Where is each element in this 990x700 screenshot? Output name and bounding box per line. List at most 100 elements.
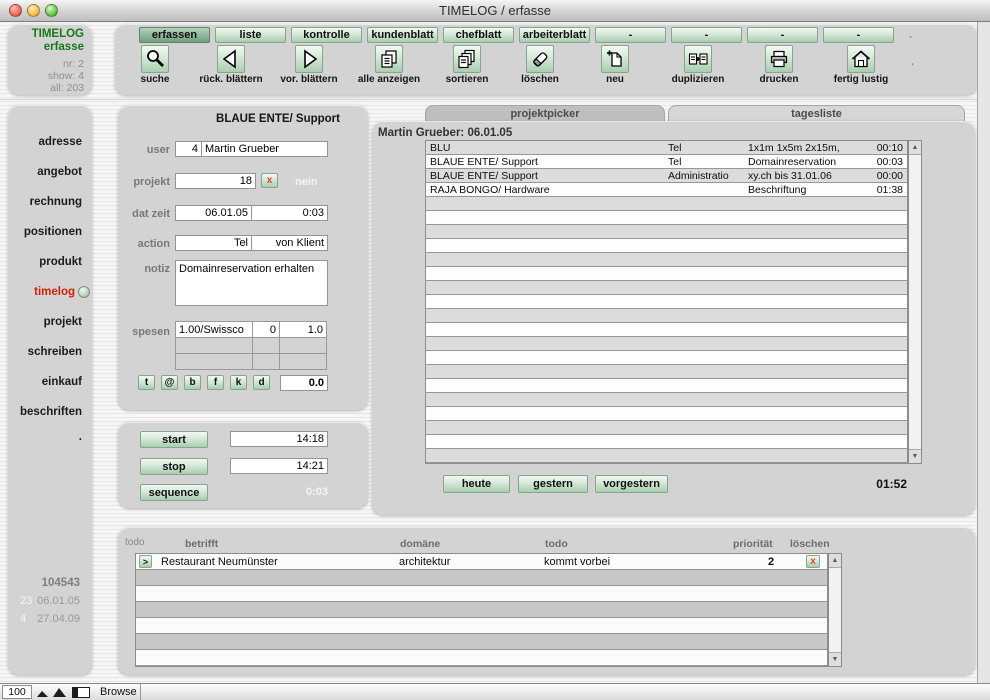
projekt-number-field[interactable]: 18	[175, 173, 256, 189]
sidebar-item-einkauf[interactable]: einkauf	[8, 367, 92, 397]
action-type-field[interactable]: Tel	[175, 235, 252, 251]
sidebar-item-angebot[interactable]: angebot	[8, 157, 92, 187]
tab-erfassen[interactable]: erfassen	[139, 27, 210, 43]
quick-button-d[interactable]: d	[253, 375, 270, 390]
projekt-clear-button[interactable]: x	[261, 173, 278, 188]
next-record-button[interactable]	[295, 45, 323, 73]
stop-time-field[interactable]: 14:21	[230, 458, 328, 474]
sidebar-item-projekt[interactable]: projekt	[8, 307, 92, 337]
house-icon	[850, 48, 872, 70]
datum-field[interactable]: 06.01.05	[175, 205, 252, 221]
spesen-field[interactable]	[253, 354, 280, 370]
quick-button-t[interactable]: t	[138, 375, 155, 390]
tab-empty-2[interactable]: -	[671, 27, 742, 43]
duplicate-button[interactable]	[684, 45, 712, 73]
quick-button-k[interactable]: k	[230, 375, 247, 390]
delete-button[interactable]	[526, 45, 554, 73]
scroll-track[interactable]	[829, 568, 841, 652]
window-scrollbar[interactable]	[977, 22, 990, 683]
status-area-toggle-icon[interactable]	[72, 687, 90, 700]
action-source-field[interactable]: von Klient	[251, 235, 328, 251]
start-button[interactable]: start	[140, 431, 208, 448]
zeit-field[interactable]: 0:03	[251, 205, 328, 221]
window-titlebar[interactable]: TIMELOG / erfasse	[0, 0, 990, 22]
scroll-up-icon[interactable]: ▲	[909, 141, 921, 155]
sidebar-item-beschriften[interactable]: beschriften	[8, 397, 92, 427]
todo-goto-button[interactable]: >	[139, 555, 152, 568]
gestern-button[interactable]: gestern	[518, 475, 588, 493]
row-project: BLAUE ENTE/ Support	[426, 170, 668, 182]
todo-scrollbar[interactable]: ▲ ▼	[828, 553, 842, 667]
scroll-track[interactable]	[909, 155, 921, 449]
todo-domaene: architektur	[399, 556, 450, 568]
sidebar-item-timelog[interactable]: timelog	[8, 277, 92, 307]
spesen-field[interactable]: 0	[253, 322, 280, 338]
quick-button-at[interactable]: @	[161, 375, 178, 390]
tab-empty-3[interactable]: -	[747, 27, 818, 43]
tab-liste[interactable]: liste	[215, 27, 286, 43]
sidebar-item-label: .	[79, 431, 82, 443]
zoom-out-icon[interactable]	[36, 686, 49, 700]
scroll-down-icon[interactable]: ▼	[909, 449, 921, 463]
todo-row[interactable]: > Restaurant Neumünster architektur komm…	[136, 554, 827, 570]
new-record-button[interactable]	[601, 45, 629, 73]
sidebar-footer-row: 23 06.01.05	[8, 595, 92, 613]
notiz-field[interactable]: Domainreservation erhalten	[175, 260, 328, 306]
mode-selector[interactable]: Browse	[100, 686, 137, 698]
tab-chefblatt[interactable]: chefblatt	[443, 27, 514, 43]
scroll-up-icon[interactable]: ▲	[829, 554, 841, 568]
print-label: drucken	[743, 74, 815, 85]
tab-tagesliste[interactable]: tagesliste	[668, 105, 965, 122]
tab-empty-1[interactable]: -	[595, 27, 666, 43]
sort-button[interactable]	[453, 45, 481, 73]
scroll-down-icon[interactable]: ▼	[829, 652, 841, 666]
spesen-field[interactable]	[176, 338, 253, 354]
zoom-level-box[interactable]: 100	[2, 685, 32, 699]
sidebar-item-rechnung[interactable]: rechnung	[8, 187, 92, 217]
prev-record-button[interactable]	[217, 45, 245, 73]
sequence-button[interactable]: sequence	[140, 484, 208, 501]
tab-kontrolle[interactable]: kontrolle	[291, 27, 362, 43]
tagesliste-row[interactable]: BLAUE ENTE/ Support Administratio xy.ch …	[426, 169, 907, 183]
tagesliste-row[interactable]: BLU Tel 1x1m 1x5m 2x15m, 00:10	[426, 141, 907, 155]
home-button[interactable]	[847, 45, 875, 73]
sidebar-item-produkt[interactable]: produkt	[8, 247, 92, 277]
tab-arbeiterblatt[interactable]: arbeiterblatt	[519, 27, 590, 43]
user-name-field[interactable]: Martin Grueber	[201, 141, 328, 157]
todo-betrifft: Restaurant Neumünster	[161, 556, 278, 568]
sidebar-item-dot[interactable]: .	[8, 427, 92, 447]
row-time: 00:10	[858, 142, 907, 154]
spesen-field[interactable]: 1.00/Swissco	[176, 322, 253, 338]
start-time-field[interactable]: 14:18	[230, 431, 328, 447]
todo-delete-button[interactable]: x	[806, 555, 820, 568]
tagesliste-row[interactable]: BLAUE ENTE/ Support Tel Domainreservatio…	[426, 155, 907, 169]
sidebar-item-positionen[interactable]: positionen	[8, 217, 92, 247]
tagesliste-scrollbar[interactable]: ▲ ▼	[908, 140, 922, 464]
sidebar-item-schreiben[interactable]: schreiben	[8, 337, 92, 367]
spesen-field[interactable]	[280, 338, 327, 354]
spesen-total-field[interactable]: 0.0	[280, 375, 328, 391]
stop-button[interactable]: stop	[140, 458, 208, 475]
spesen-field[interactable]	[253, 338, 280, 354]
search-button[interactable]	[141, 45, 169, 73]
spesen-field[interactable]	[280, 354, 327, 370]
home-label: fertig lustig	[815, 74, 907, 85]
sidebar-item-adresse[interactable]: adresse	[8, 127, 92, 157]
vorgestern-button[interactable]: vorgestern	[595, 475, 668, 493]
show-all-button[interactable]	[375, 45, 403, 73]
tab-empty-4[interactable]: -	[823, 27, 894, 43]
tab-projektpicker[interactable]: projektpicker	[425, 105, 665, 122]
zoom-in-icon[interactable]	[52, 686, 67, 700]
spesen-field[interactable]	[176, 354, 253, 370]
heute-button[interactable]: heute	[443, 475, 510, 493]
tab-kundenblatt[interactable]: kundenblatt	[367, 27, 438, 43]
tagesliste-row[interactable]: RAJA BONGO/ Hardware Beschriftung 01:38	[426, 183, 907, 197]
quick-button-b[interactable]: b	[184, 375, 201, 390]
user-number-field[interactable]: 4	[175, 141, 202, 157]
print-button[interactable]	[765, 45, 793, 73]
empty-row	[136, 618, 827, 634]
spesen-field[interactable]: 1.0	[280, 322, 327, 338]
day-panel-body: Martin Grueber: 06.01.05 BLU Tel 1x1m 1x…	[372, 121, 975, 515]
empty-row	[426, 295, 907, 309]
quick-button-f[interactable]: f	[207, 375, 224, 390]
